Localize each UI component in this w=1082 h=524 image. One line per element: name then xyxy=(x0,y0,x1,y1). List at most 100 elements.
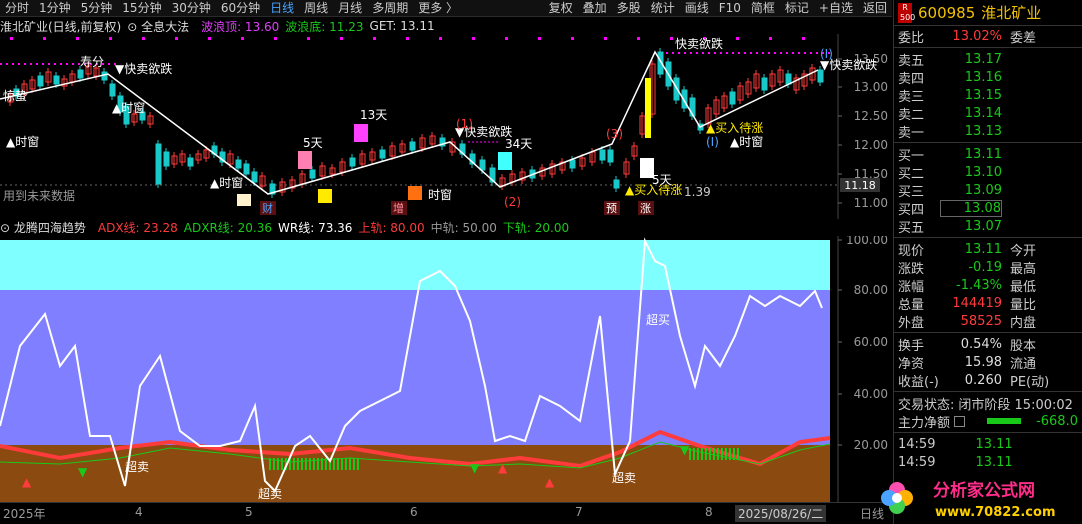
wave-dot xyxy=(732,52,734,54)
wave-dot xyxy=(702,52,704,54)
row-label: 净资 xyxy=(898,356,925,372)
wave-top: 波浪顶: 13.60 xyxy=(201,19,280,34)
wave-dot xyxy=(810,52,812,54)
ratio-value: 13.02% xyxy=(952,28,1002,44)
period-tab[interactable]: 30分钟 xyxy=(167,0,216,17)
row-value: 13.10 xyxy=(964,164,1002,180)
wave-dot xyxy=(696,52,698,54)
wave-dot xyxy=(720,52,722,54)
row-label: 卖二 xyxy=(898,107,925,123)
ind-dropdown[interactable]: ⊙ 龙腾四海趋势 xyxy=(0,219,92,236)
quote-row: 卖一 13.13 xyxy=(894,122,1082,141)
stats2-list: 换手 0.54% 股本 净资 15.98 流通 收益(-) 0.260 PE(动) xyxy=(894,335,1082,390)
quote-row: 卖三 13.15 xyxy=(894,86,1082,105)
wave-dot xyxy=(786,52,788,54)
toolbar-button[interactable]: 画线 xyxy=(680,0,714,17)
date-label: 5 xyxy=(245,505,253,519)
period-tab[interactable]: 60分钟 xyxy=(216,0,265,17)
top-dot xyxy=(736,37,739,40)
row-sub-label: 最高 xyxy=(1010,261,1037,277)
stock-name: 淮北矿业 xyxy=(981,4,1042,22)
top-dot xyxy=(571,37,574,40)
indicator-dropdown[interactable]: ⊙ 全息大法 xyxy=(127,18,195,35)
row-label: 卖四 xyxy=(898,71,925,87)
top-dot xyxy=(538,37,541,40)
row-label: 涨跌 xyxy=(898,261,925,277)
toolbar-button[interactable]: 复权 xyxy=(544,0,578,17)
toolbar-button[interactable]: 叠加 xyxy=(578,0,612,17)
top-dot xyxy=(406,37,409,40)
period-tab[interactable]: 多周期 xyxy=(367,0,413,17)
quote-row: 涨幅 -1.43% 最低 xyxy=(894,276,1082,295)
quote-row: 卖四 13.16 xyxy=(894,68,1082,87)
stats-list: 现价 13.11 今开 涨跌 -0.19 最高 涨幅 -1.43% 最低 总量 144419 量比 外盘… xyxy=(894,240,1082,331)
row-sub-label: 股本 xyxy=(1010,338,1037,354)
watermark-text: 分析家公式网 xyxy=(933,480,1035,501)
toolbar-button[interactable]: 标记 xyxy=(780,0,814,17)
toolbar-button[interactable]: +自选 xyxy=(814,0,858,17)
candle xyxy=(785,73,792,85)
row-label: 卖五 xyxy=(898,53,925,69)
date-label: 4 xyxy=(135,505,143,519)
net-icon[interactable] xyxy=(954,415,966,427)
net-value: -668.0 xyxy=(1036,413,1078,429)
signal-label: (I) xyxy=(820,47,833,61)
wave-dot xyxy=(714,52,716,54)
toolbar-button[interactable]: F10 xyxy=(714,0,746,17)
wave-dot xyxy=(72,63,74,65)
toolbar-button[interactable]: 简框 xyxy=(746,0,780,17)
period-tab[interactable]: 月线 xyxy=(333,0,367,17)
top-dot xyxy=(307,37,310,40)
row-value: 0.54% xyxy=(960,336,1002,352)
axis-label: 80.00 xyxy=(854,283,888,297)
wave-dot xyxy=(678,52,680,54)
top-dot xyxy=(274,37,277,40)
wave-dot xyxy=(108,63,110,65)
signal-label: 用到未来数据 xyxy=(3,188,75,203)
toolbar-button[interactable]: 多股 xyxy=(612,0,646,17)
candle xyxy=(109,83,116,97)
wave-dot xyxy=(0,63,2,65)
period-tab[interactable]: 5分钟 xyxy=(76,0,118,17)
indicator-chart[interactable]: 100.0080.0060.0040.0020.00▲▼ ▼ ▲▼▲超买超卖超卖超卖 xyxy=(0,236,892,502)
period-tab[interactable]: 更多 〉 xyxy=(413,0,463,17)
period-tab[interactable]: 分时 xyxy=(0,0,34,17)
mid-label: 中轨: 50.00 xyxy=(430,220,497,235)
quote-row: 涨跌 -0.19 最高 xyxy=(894,258,1082,277)
signal-label: (3) xyxy=(606,127,623,141)
period-tab[interactable]: 日线 xyxy=(265,0,299,17)
signal-label: (1) xyxy=(456,117,473,131)
overbought-label: 超买 xyxy=(646,312,670,327)
wave-dot xyxy=(666,52,668,54)
period-tab[interactable]: 周线 xyxy=(299,0,333,17)
top-dot xyxy=(43,37,46,40)
axis-label: 100.00 xyxy=(846,236,888,247)
oversold-label: 超卖 xyxy=(258,486,282,501)
wave-bottom: 波浪底: 11.23 xyxy=(285,19,364,34)
signal-arrow: ▼ xyxy=(78,465,88,479)
signal-label: 1.39 xyxy=(684,185,711,199)
top-dot xyxy=(109,37,112,40)
top-dot xyxy=(505,37,508,40)
top-dot xyxy=(637,37,640,40)
row-label: 卖三 xyxy=(898,89,925,105)
row-value: 0.260 xyxy=(964,372,1002,388)
oversold-label: 超卖 xyxy=(125,459,149,474)
toolbar-button[interactable]: 返回 xyxy=(858,0,892,17)
quote-row: 现价 13.11 今开 xyxy=(894,240,1082,259)
candle xyxy=(607,149,614,163)
wave-dot xyxy=(708,52,710,54)
net-row[interactable]: 主力净额 -668.0 xyxy=(894,412,1082,431)
price-marker: 11.18 xyxy=(844,179,876,192)
wave-dot xyxy=(750,52,752,54)
quote-header: R 500 600985 淮北矿业 xyxy=(894,0,1082,26)
candle xyxy=(761,77,768,91)
toolbar-button[interactable]: 统计 xyxy=(646,0,680,17)
row-sub-label: PE(动) xyxy=(1010,374,1050,390)
price-chart[interactable]: 13.5013.0012.5012.0011.5011.0011.18惊蛰寿分 ▼… xyxy=(0,34,892,219)
wave-dot xyxy=(738,52,740,54)
candle xyxy=(53,75,60,85)
period-tab[interactable]: 15分钟 xyxy=(117,0,166,17)
period-tab[interactable]: 1分钟 xyxy=(34,0,76,17)
adxr-label: ADXR线: 20.36 xyxy=(183,220,273,235)
